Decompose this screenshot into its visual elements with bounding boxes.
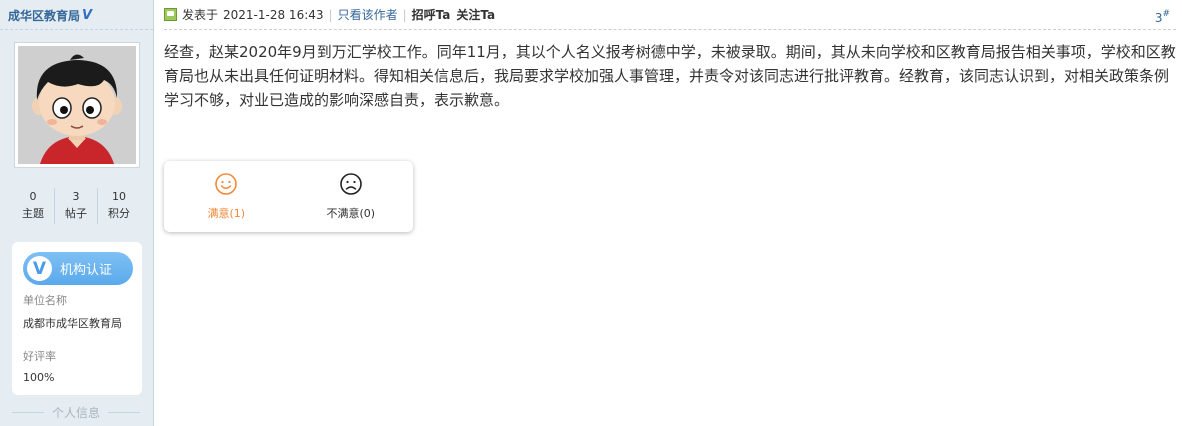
only-author-link[interactable]: 只看该作者: [338, 6, 398, 23]
stat-posts-label[interactable]: 帖子: [55, 205, 97, 222]
sidebar-divider: [0, 29, 153, 30]
satisfied-label[interactable]: 满意(1): [207, 205, 245, 221]
separator: |: [328, 7, 333, 22]
cert-badge-label: 机构认证: [60, 263, 113, 278]
avatar[interactable]: [14, 42, 140, 168]
author-sidebar: 成华区教育局 V 0 主题 3 帖子 10 积分 V 机构认证 单位名称 成都市…: [0, 0, 154, 426]
stat-posts-value[interactable]: 3: [55, 188, 97, 205]
post-content: 经查，赵某2020年9月到万汇学校工作。同年11月，其以个人名义报考树德中学，未…: [164, 43, 1176, 109]
cert-badge: V 机构认证: [23, 252, 133, 285]
satisfied-button[interactable]: 满意(1): [164, 161, 289, 232]
follow-link[interactable]: 关注Ta: [456, 6, 495, 23]
rating-rate-label: 好评率: [23, 350, 56, 363]
personal-info-header: 个人信息: [12, 404, 141, 421]
posted-prefix: 发表于: [182, 8, 219, 22]
rating-rate-value: 100%: [23, 371, 55, 384]
dissatisfied-button[interactable]: 不满意(0): [289, 161, 414, 232]
floor-hash-icon: #: [1162, 9, 1170, 19]
post-meta-bar: 发表于 2021-1-28 16:43 | 只看该作者 | 招呼Ta 关注Ta …: [164, 0, 1176, 30]
verified-icon: V: [82, 8, 93, 23]
greet-link[interactable]: 招呼Ta: [412, 6, 451, 23]
posted-time: 2021-1-28 16:43: [223, 7, 324, 22]
divider-line: [12, 412, 44, 413]
verified-badge-icon: V: [27, 256, 52, 281]
avatar-image: [18, 46, 136, 164]
stat-topics[interactable]: 0 主题: [12, 188, 54, 224]
separator: |: [402, 7, 407, 22]
smile-icon: [215, 173, 238, 195]
stat-topics-value[interactable]: 0: [12, 188, 54, 205]
unit-name-label: 单位名称: [23, 294, 67, 307]
dissatisfied-label[interactable]: 不满意(0): [326, 205, 375, 221]
stat-points-label[interactable]: 积分: [98, 205, 140, 222]
stat-topics-label[interactable]: 主题: [12, 205, 54, 222]
author-stats: 0 主题 3 帖子 10 积分: [12, 188, 140, 224]
divider-line: [108, 412, 141, 413]
stat-points[interactable]: 10 积分: [97, 188, 140, 224]
certification-card: V 机构认证 单位名称 成都市成华区教育局 好评率 100%: [12, 242, 142, 395]
author-name-text[interactable]: 成华区教育局: [8, 7, 80, 24]
unit-name-value: 成都市成华区教育局: [23, 317, 122, 330]
author-name[interactable]: 成华区教育局 V: [8, 7, 92, 24]
online-status-icon: [164, 8, 177, 21]
frown-icon: [339, 173, 362, 195]
stat-points-value[interactable]: 10: [98, 188, 140, 205]
rating-box: 满意(1) 不满意(0): [164, 161, 413, 232]
stat-posts[interactable]: 3 帖子: [54, 188, 97, 224]
floor-number[interactable]: 3#: [1155, 9, 1170, 25]
personal-info-label: 个人信息: [52, 406, 101, 420]
